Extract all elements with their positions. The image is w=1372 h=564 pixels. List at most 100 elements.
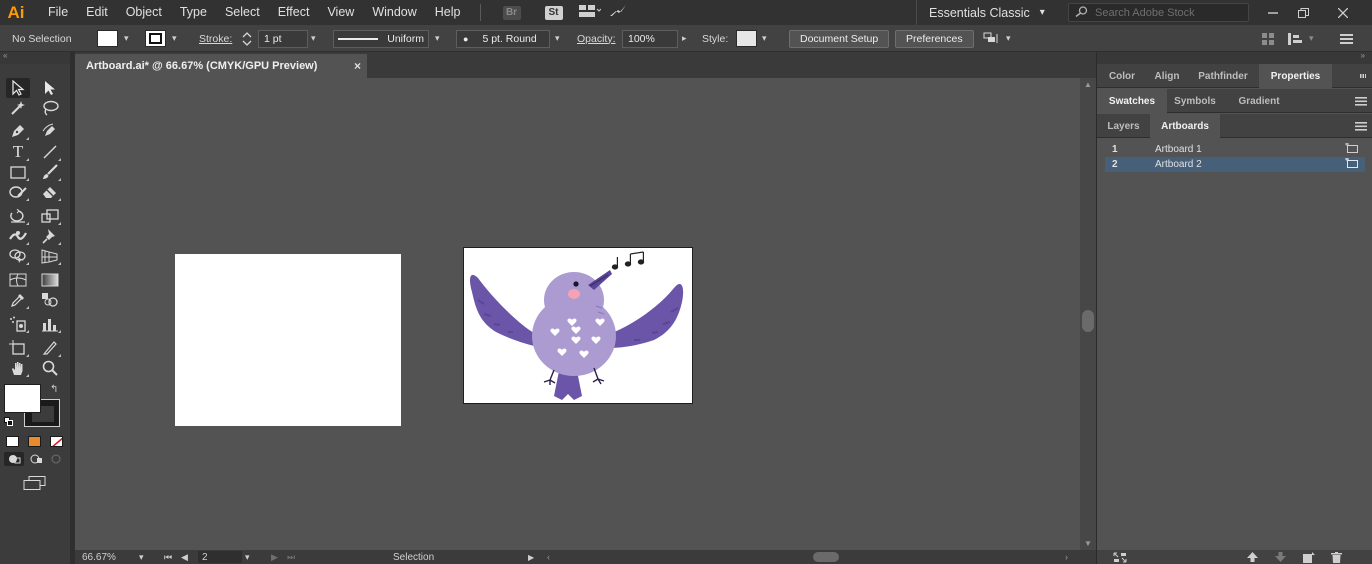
status-menu-icon[interactable]: ▶ <box>528 550 534 564</box>
shape-builder-tool[interactable] <box>6 246 30 266</box>
horizontal-scroll-thumb[interactable] <box>813 552 839 562</box>
artboard-row-2[interactable]: 2 Artboard 2 <box>1105 157 1365 172</box>
menu-edit[interactable]: Edit <box>77 0 117 25</box>
expand-panel-icon[interactable]: » <box>1361 51 1365 60</box>
stroke-stepper-icon[interactable] <box>242 25 252 52</box>
type-tool[interactable]: T <box>6 142 30 162</box>
variable-width-profile[interactable]: Uniform <box>333 29 429 48</box>
fill-proxy[interactable] <box>4 384 41 413</box>
direct-selection-tool[interactable] <box>38 78 62 98</box>
panel-dock-header[interactable]: » <box>1097 51 1372 64</box>
document-setup-button[interactable]: Document Setup <box>789 29 890 48</box>
scroll-up-icon[interactable]: ▲ <box>1080 80 1096 89</box>
opacity-field[interactable]: 100% <box>622 29 678 48</box>
artboard-2[interactable] <box>463 247 693 404</box>
transform-panel-icon[interactable] <box>1288 25 1304 52</box>
graphic-style-swatch[interactable] <box>736 25 757 52</box>
workspace-switcher[interactable]: Essentials Classic ▾ <box>916 0 1045 25</box>
rotate-tool[interactable] <box>6 206 30 226</box>
next-artboard-icon[interactable]: ▶ <box>271 550 278 564</box>
collapse-panel-icon[interactable]: « <box>3 51 7 60</box>
artboard-tool[interactable] <box>6 338 30 358</box>
color-mode-button[interactable] <box>6 436 19 447</box>
stroke-dropdown[interactable]: ▾ <box>172 25 177 52</box>
zoom-level-field[interactable]: 66.67% <box>79 551 125 563</box>
zoom-dropdown[interactable]: ▾ <box>139 550 144 564</box>
arrange-dropdown[interactable]: ▾ <box>1006 25 1011 52</box>
scroll-right-icon[interactable]: › <box>1065 550 1068 564</box>
menu-view[interactable]: View <box>318 0 363 25</box>
menu-file[interactable]: File <box>39 0 77 25</box>
paintbrush-tool[interactable] <box>38 162 62 182</box>
fill-swatch[interactable] <box>97 25 118 52</box>
tab-swatches[interactable]: Swatches <box>1097 89 1167 113</box>
gpu-performance-icon[interactable] <box>609 4 627 21</box>
restore-button[interactable] <box>1286 0 1320 25</box>
previous-artboard-icon[interactable]: ◀ <box>181 550 188 564</box>
gradient-mode-button[interactable] <box>28 436 41 447</box>
magic-wand-tool[interactable] <box>6 98 30 118</box>
swap-fill-stroke-icon[interactable]: ↰ <box>50 384 58 395</box>
artboard-name[interactable]: Artboard 2 <box>1155 159 1345 170</box>
vertical-scroll-thumb[interactable] <box>1082 310 1094 332</box>
tab-gradient[interactable]: Gradient <box>1223 89 1295 113</box>
stroke-label[interactable]: Stroke: <box>199 25 232 52</box>
transform-dropdown[interactable]: ▾ <box>1309 25 1314 52</box>
tab-artboards[interactable]: Artboards <box>1150 114 1220 138</box>
arrange-documents-icon[interactable] <box>578 5 601 20</box>
draw-normal-button[interactable] <box>4 452 24 466</box>
bridge-button[interactable]: Br <box>502 5 521 20</box>
tab-symbols[interactable]: Symbols <box>1167 89 1223 113</box>
opacity-label[interactable]: Opacity: <box>577 25 616 52</box>
style-dropdown[interactable]: ▾ <box>762 25 767 52</box>
panel-menu-icon[interactable] <box>1355 114 1367 138</box>
panel-menu-icon[interactable] <box>1355 89 1367 113</box>
current-tool-status[interactable]: Selection <box>393 550 434 564</box>
vertical-scrollbar[interactable]: ▲ ▼ <box>1080 78 1096 550</box>
trash-icon[interactable] <box>1331 550 1342 564</box>
slice-tool[interactable] <box>38 338 62 358</box>
tab-pathfinder[interactable]: Pathfinder <box>1187 64 1259 88</box>
perspective-grid-tool[interactable] <box>38 246 62 266</box>
menu-type[interactable]: Type <box>171 0 216 25</box>
artboard-dropdown[interactable]: ▾ <box>245 550 250 564</box>
menu-effect[interactable]: Effect <box>269 0 319 25</box>
profile-dropdown[interactable]: ▾ <box>435 25 440 52</box>
stroke-weight-field[interactable]: 1 pt <box>258 29 308 48</box>
eyedropper-tool[interactable] <box>6 290 30 310</box>
tools-panel-header[interactable]: « <box>0 51 75 64</box>
stroke-swatch[interactable] <box>145 25 166 52</box>
new-artboard-icon[interactable] <box>1303 550 1315 564</box>
close-window-button[interactable] <box>1326 0 1360 25</box>
opacity-expand[interactable]: ▸ <box>682 25 687 52</box>
draw-inside-button[interactable] <box>46 452 66 466</box>
artboard-1[interactable] <box>175 254 401 426</box>
menu-window[interactable]: Window <box>363 0 425 25</box>
preferences-button[interactable]: Preferences <box>895 29 974 48</box>
hand-tool[interactable] <box>6 358 30 378</box>
shaper-tool[interactable] <box>6 182 30 202</box>
canvas[interactable] <box>75 78 1080 550</box>
eraser-tool[interactable] <box>38 182 62 202</box>
blend-tool[interactable] <box>38 290 62 310</box>
line-segment-tool[interactable] <box>38 142 62 162</box>
artboard-name[interactable]: Artboard 1 <box>1155 144 1345 155</box>
rearrange-artboards-icon[interactable] <box>1113 550 1127 564</box>
tab-properties[interactable]: Properties <box>1259 64 1332 88</box>
tab-align[interactable]: Align <box>1147 64 1187 88</box>
puppet-warp-tool[interactable] <box>38 226 62 246</box>
brush-definition[interactable]: ● 5 pt. Round <box>456 29 550 48</box>
close-icon[interactable]: × <box>354 59 361 73</box>
pen-tool[interactable] <box>6 121 30 141</box>
zoom-tool[interactable] <box>38 358 62 378</box>
screen-mode-button[interactable] <box>22 474 48 492</box>
brush-dropdown[interactable]: ▾ <box>555 25 560 52</box>
search-stock-input[interactable]: Search Adobe Stock <box>1068 3 1249 22</box>
mesh-tool[interactable] <box>6 270 30 290</box>
fill-dropdown[interactable]: ▾ <box>124 25 129 52</box>
arrange-objects-icon[interactable] <box>983 25 1001 52</box>
align-panel-icon[interactable] <box>1262 25 1274 52</box>
control-bar-menu-icon[interactable] <box>1340 25 1353 52</box>
tab-color[interactable]: Color <box>1097 64 1147 88</box>
menu-object[interactable]: Object <box>117 0 171 25</box>
